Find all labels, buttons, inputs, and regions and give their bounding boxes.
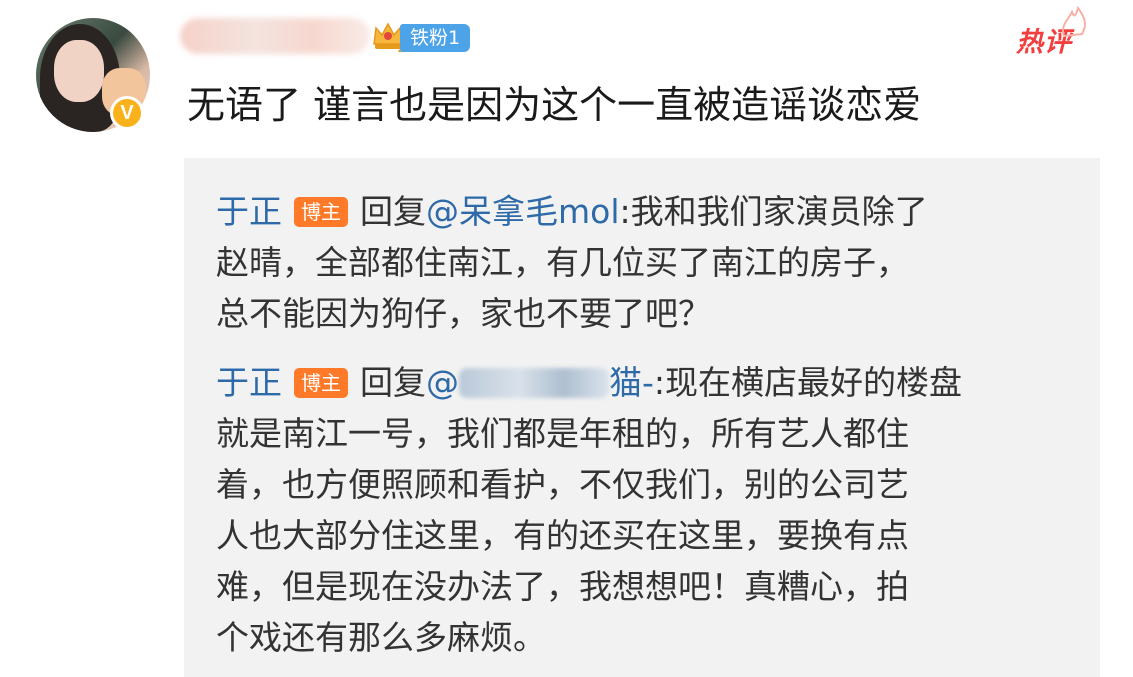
reply-thread: 于正 博主 回复@呆拿毛mol:我和我们家演员除了 赵晴，全部都住南江，有几位买了南…	[184, 158, 1100, 677]
mention-link[interactable]: @ 猫-	[426, 363, 654, 402]
reply-author[interactable]: 于正	[216, 192, 282, 231]
reply-prefix: 回复	[360, 192, 426, 231]
host-badge: 博主	[294, 368, 348, 398]
reply-line: 赵晴，全部都住南江，有几位买了南江的房子，	[216, 243, 909, 282]
comment-text: 无语了 谨言也是因为这个一直被造谣谈恋爱	[187, 83, 922, 127]
mention-blurred	[459, 368, 609, 398]
reply-first-line: 于正 博主 回复@ 猫-:现在横店最好的楼盘	[216, 357, 1056, 408]
username-blurred[interactable]	[180, 18, 370, 54]
mention-at: @	[426, 363, 459, 402]
avatar-face	[54, 40, 104, 102]
reply-first-line: 于正 博主 回复@呆拿毛mol:我和我们家演员除了	[216, 186, 1056, 237]
reply-line: 着，也方便照顾和看护，不仅我们，别的公司艺	[216, 465, 909, 504]
host-badge: 博主	[294, 197, 348, 227]
reply-line: 就是南江一号，我们都是年租的，所有艺人都住	[216, 414, 909, 453]
mention-link[interactable]: @呆拿毛mol	[426, 192, 620, 231]
reply-item: 于正 博主 回复@呆拿毛mol:我和我们家演员除了 赵晴，全部都住南江，有几位买了南…	[216, 186, 1056, 339]
reply-line: 难，但是现在没办法了，我想想吧！真糟心，拍	[216, 567, 909, 606]
reply-line: 人也大部分住这里，有的还买在这里，要换有点	[216, 516, 909, 555]
reply-prefix: 回复	[360, 363, 426, 402]
reply-line: :我和我们家演员除了	[619, 192, 928, 231]
reply-author[interactable]: 于正	[216, 363, 282, 402]
verified-icon: V	[110, 96, 144, 130]
fan-badge: 铁粉1	[400, 24, 471, 52]
reply-line: :现在横店最好的楼盘	[653, 363, 963, 402]
reply-item: 于正 博主 回复@ 猫-:现在横店最好的楼盘 就是南江一号，我们都是年租的，所有艺人都…	[216, 357, 1056, 663]
mention-end: 猫-	[609, 363, 654, 402]
flame-icon	[1062, 5, 1086, 38]
reply-line: 个戏还有那么多麻烦。	[216, 618, 546, 657]
reply-line: 总不能因为狗仔，家也不要了吧？	[216, 294, 711, 333]
